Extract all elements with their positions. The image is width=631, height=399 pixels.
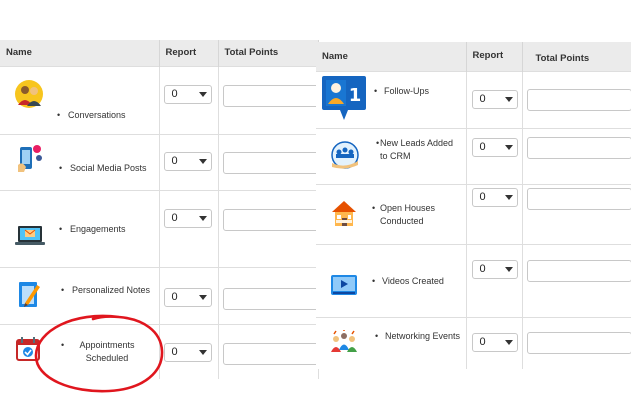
chevron-down-icon (504, 194, 513, 200)
annotation-circle-stroke (34, 314, 164, 393)
total-points-input[interactable] (222, 151, 319, 174)
report-column-header: Report (466, 42, 523, 71)
table-row: • Open Houses Conducted 0 (316, 183, 631, 244)
report-select[interactable]: 0 (471, 187, 518, 207)
table-row: • Engagements 0 (0, 189, 319, 267)
report-select[interactable]: 0 (471, 332, 518, 352)
report-select[interactable]: 0 (471, 137, 518, 157)
total-points-column-header: Total Points (522, 42, 631, 71)
total-points-input[interactable] (222, 84, 319, 107)
item-label: Engagements (70, 223, 126, 234)
report-column-header: Report (159, 40, 219, 66)
chevron-down-icon (504, 144, 513, 150)
chevron-down-icon (198, 294, 207, 300)
laptop-email-icon (14, 224, 46, 253)
total-points-input[interactable] (526, 187, 631, 210)
chevron-down-icon (198, 215, 207, 221)
item-label: Networking Events (385, 330, 461, 341)
name-column-header: Name (316, 42, 467, 71)
item-label: Social Media Posts (70, 162, 147, 173)
report-select[interactable]: 0 (163, 208, 212, 228)
networking-people-icon (330, 329, 358, 359)
chevron-down-icon (504, 96, 513, 102)
item-label: Videos Created (382, 275, 444, 286)
social-media-phone-icon (16, 143, 44, 178)
right-activity-table: Name Report Total Points 1 • Follow-Ups … (316, 42, 631, 369)
report-select[interactable]: 0 (163, 342, 212, 362)
total-points-input[interactable] (222, 342, 319, 365)
table-row: • Social Media Posts 0 (0, 133, 319, 190)
conversation-people-icon (14, 79, 44, 114)
item-label: Conversations (68, 109, 126, 120)
report-select[interactable]: 0 (163, 151, 212, 171)
item-label: New Leads Added to CRM (380, 137, 454, 161)
chevron-down-icon (198, 349, 207, 355)
item-label: Follow-Ups (384, 85, 430, 96)
table-row: • Videos Created 0 (316, 243, 631, 317)
report-select[interactable]: 0 (471, 259, 518, 279)
chevron-down-icon (198, 91, 207, 97)
total-points-input[interactable] (526, 259, 631, 282)
total-points-input[interactable] (526, 331, 631, 354)
total-points-column-header: Total Points (218, 40, 319, 66)
item-label: Open Houses Conducted (380, 202, 436, 226)
annotation-circle (34, 314, 164, 393)
table-row: • Networking Events 0 (316, 316, 631, 369)
table-row: • New Leads Added to CRM 0 (316, 127, 631, 184)
report-select[interactable]: 0 (163, 84, 212, 104)
report-select[interactable]: 0 (163, 287, 212, 307)
user-notification-icon: 1 (320, 74, 368, 127)
notepad-pencil-icon (17, 279, 43, 314)
table-row: 1 • Follow-Ups 0 (316, 70, 631, 128)
total-points-input[interactable] (222, 208, 319, 231)
chevron-down-icon (198, 158, 207, 164)
open-house-icon (330, 198, 358, 233)
video-play-icon (330, 274, 358, 303)
svg-text:1: 1 (349, 85, 362, 106)
total-points-input[interactable] (526, 136, 631, 159)
table-row: Conversations • 0 (0, 65, 319, 134)
chevron-down-icon (504, 266, 513, 272)
total-points-input[interactable] (526, 88, 631, 111)
leads-group-hand-icon (329, 140, 361, 176)
name-column-header: Name (0, 40, 160, 66)
item-label: Personalized Notes (72, 284, 151, 295)
report-select[interactable]: 0 (471, 89, 518, 109)
chevron-down-icon (504, 339, 513, 345)
total-points-input[interactable] (222, 287, 319, 310)
